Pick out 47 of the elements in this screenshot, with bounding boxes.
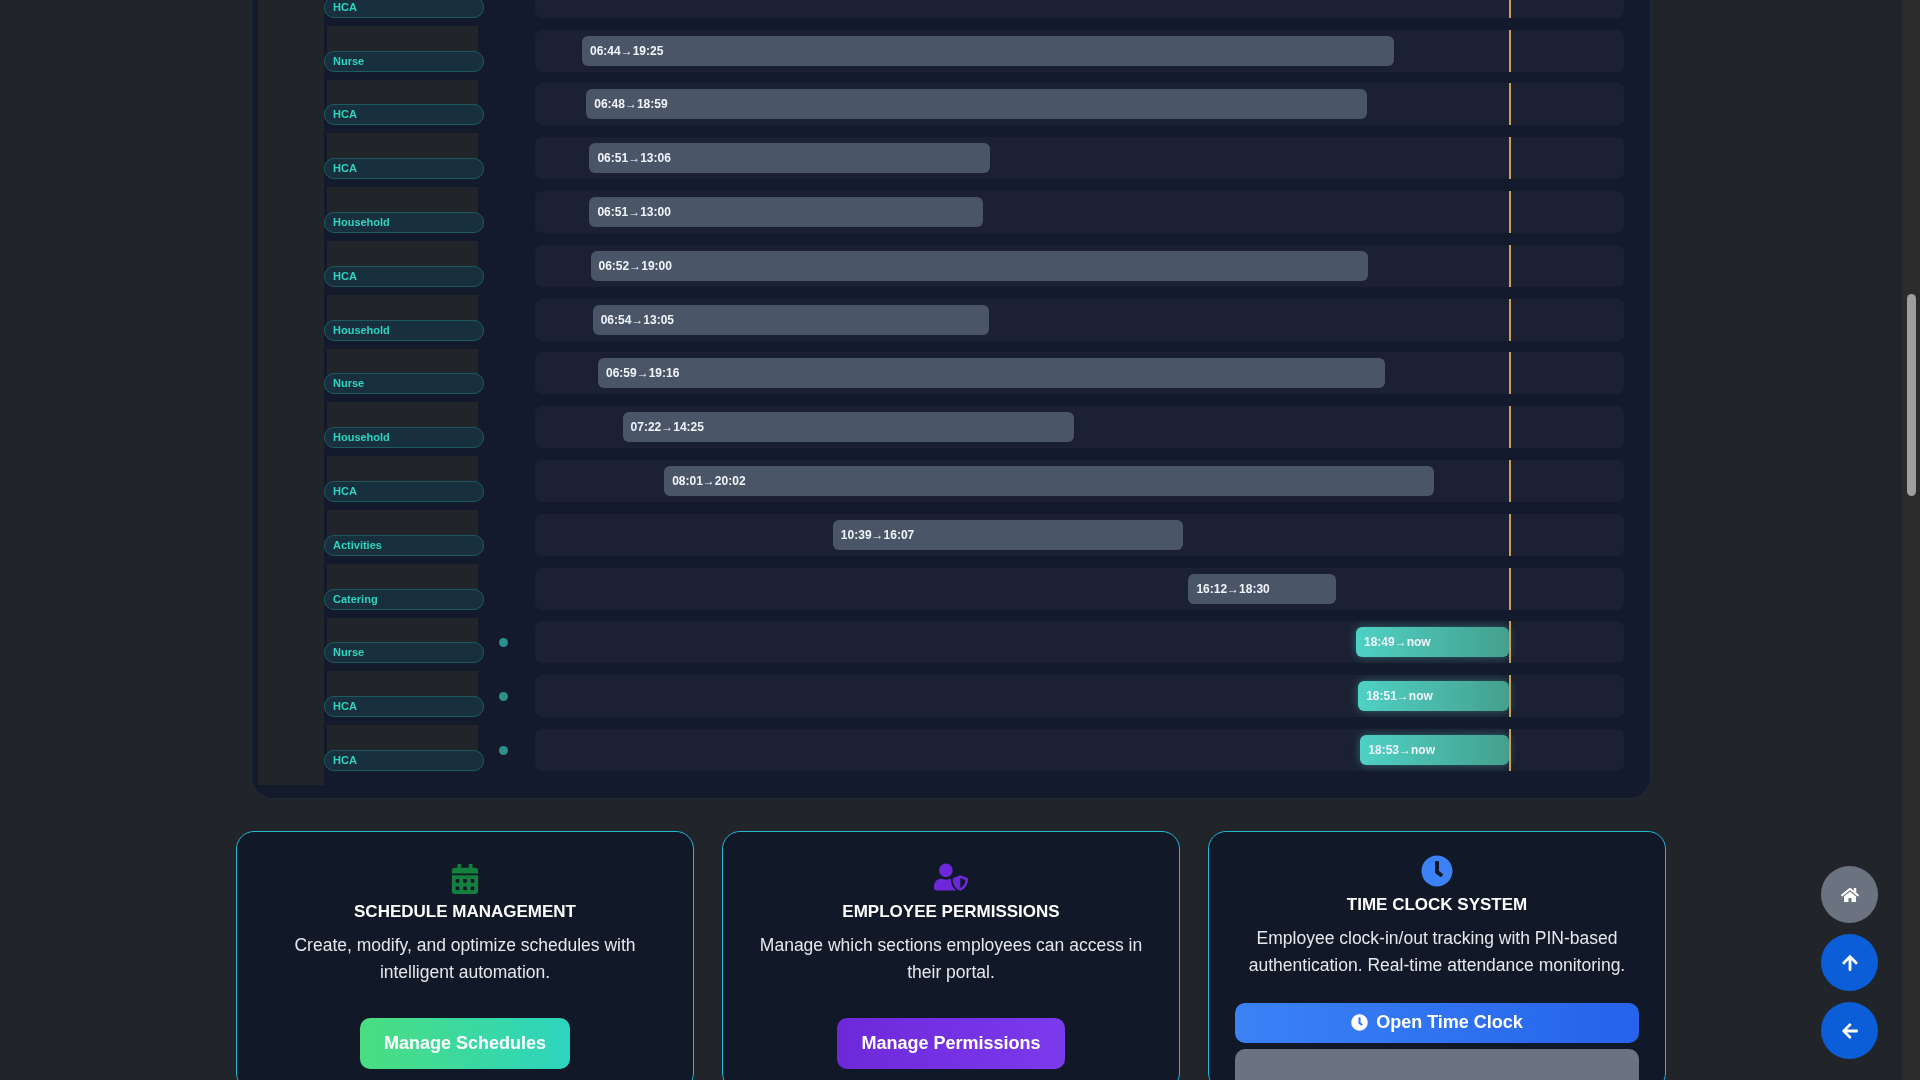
shift-bar: 06:52→19:00	[590, 250, 1368, 281]
arrow-up-icon	[1840, 953, 1859, 972]
calendar-icon	[450, 863, 480, 894]
back-button[interactable]	[1821, 1002, 1878, 1059]
role-badge: HCA	[324, 0, 484, 18]
scrollbar-thumb[interactable]	[1907, 294, 1916, 496]
role-badge: Activities	[324, 534, 484, 556]
card-title: EMPLOYEE PERMISSIONS	[842, 901, 1060, 922]
card-title: TIME CLOCK SYSTEM	[1346, 894, 1528, 915]
role-badge: Nurse	[324, 50, 484, 72]
shift-bar: 18:53→now	[1360, 735, 1509, 766]
role-badge: HCA	[324, 158, 484, 180]
shift-bar: 06:44→19:25	[581, 35, 1395, 66]
shift-bar: 18:49→now	[1356, 627, 1509, 658]
arrow-left-icon	[1840, 1021, 1859, 1040]
shift-bar: 06:48→18:59	[586, 89, 1367, 120]
shift-bar: 07:22→14:25	[622, 412, 1075, 443]
role-badge: HCA	[324, 696, 484, 718]
role-badge: HCA	[324, 104, 484, 126]
shift-bar: 18:51→now	[1358, 681, 1509, 712]
card-description: Employee clock-in/out tracking with PIN-based authentication. Real-time attendance monitoring.	[1247, 926, 1627, 977]
home-icon	[1840, 885, 1859, 904]
clock-icon	[1351, 1014, 1369, 1032]
role-badge: HCA	[324, 265, 484, 287]
scroll-up-button[interactable]	[1821, 934, 1878, 991]
card-description: Create, modify, and optimize schedules with intelligent automation.	[293, 933, 637, 984]
role-badge: Household	[324, 212, 484, 233]
role-badge: Household	[324, 319, 484, 341]
shift-bar: 06:54→13:05	[592, 304, 989, 335]
role-badge: HCA	[324, 480, 484, 502]
shift-bar: 10:39→16:07	[832, 519, 1184, 550]
role-badge: Catering	[324, 588, 484, 610]
shift-bar: 08:01→20:02	[664, 466, 1434, 497]
shift-bar: 06:59→19:16	[598, 358, 1385, 389]
role-badge: Household	[324, 427, 484, 449]
card-button[interactable]: Manage Permissions	[837, 1017, 1065, 1069]
card-description: Manage which sections employees can access in their portal.	[758, 933, 1144, 984]
shift-bar: 06:51→13:00	[589, 197, 984, 228]
clock-icon	[1421, 854, 1453, 887]
role-badge: Nurse	[324, 373, 484, 395]
shift-bar: 06:51→13:06	[589, 143, 990, 174]
shift-bar: 16:12→18:30	[1188, 573, 1336, 604]
home-button[interactable]	[1821, 866, 1878, 923]
card-button[interactable]: Open Time Clock	[1235, 1002, 1639, 1044]
role-badge: Nurse	[324, 642, 484, 664]
card-title: SCHEDULE MANAGEMENT	[354, 901, 576, 922]
role-badge: HCA	[324, 749, 484, 771]
